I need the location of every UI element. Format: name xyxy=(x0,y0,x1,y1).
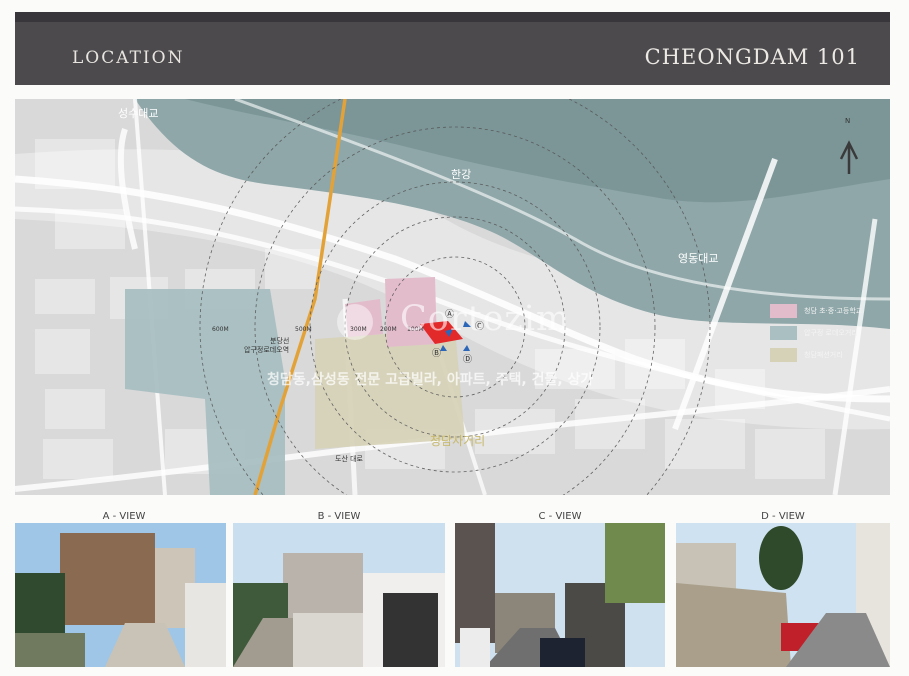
photo-c-graphic xyxy=(455,523,665,667)
legend-label: 청담패션거리 xyxy=(804,351,843,359)
watermark-tagline: 청담동,삼성동 전문 고급빌라, 아파트, 주택, 건물, 상가 xyxy=(267,372,594,388)
radius-label: 500M xyxy=(295,326,312,333)
header-bar: LOCATION CHEONGDAM 101 xyxy=(15,12,890,85)
radius-label: 300M xyxy=(350,326,367,333)
watermark-logo: Cortezim xyxy=(400,299,571,339)
legend-label: 압구정 로데오거리 xyxy=(804,329,858,337)
legend-item-school: 청담 초·중·고등학교 xyxy=(770,304,862,318)
photo-view-b[interactable] xyxy=(233,523,445,667)
location-title: LOCATION xyxy=(72,48,185,68)
view-marker-d[interactable]: Ⓓ xyxy=(463,352,472,365)
radius-label: 600M xyxy=(212,326,229,333)
label-seongsu-bridge: 성수대교 xyxy=(118,107,159,120)
view-marker-b[interactable]: Ⓑ xyxy=(432,346,441,359)
label-han-river: 한강 xyxy=(451,168,472,181)
photo-view-a[interactable] xyxy=(15,523,226,667)
legend-swatch xyxy=(770,326,797,340)
photo-b-graphic xyxy=(233,523,445,667)
view-title-d: D - VIEW xyxy=(761,511,805,522)
view-title-b: B - VIEW xyxy=(317,511,361,522)
legend-item-fashion: 청담패션거리 xyxy=(770,348,843,362)
legend-label: 청담 초·중·고등학교 xyxy=(804,307,863,315)
label-yeongdong-bridge: 영동대교 xyxy=(678,252,719,265)
radius-label: 200M xyxy=(380,326,397,333)
view-title-a: A - VIEW xyxy=(102,511,146,522)
project-title: CHEONGDAM 101 xyxy=(644,45,860,69)
label-cheongdam-intersection: 청담사거리 xyxy=(430,434,486,448)
photo-view-d[interactable] xyxy=(676,523,890,667)
photo-d-graphic xyxy=(676,523,890,667)
label-station-name: 압구정로데오역 xyxy=(244,346,290,354)
legend-item-rodeo: 압구정 로데오거리 xyxy=(770,326,858,340)
location-map[interactable]: 성수대교 한강 영동대교 청담사거리 도산 대로 분당선 압구정로데오역 600… xyxy=(15,99,890,495)
view-title-c: C - VIEW xyxy=(538,511,582,522)
compass-north-icon: N xyxy=(845,117,851,125)
legend-swatch xyxy=(770,304,797,318)
label-dosan-road: 도산 대로 xyxy=(335,455,363,463)
photo-a-graphic xyxy=(15,523,226,667)
photo-view-c[interactable] xyxy=(455,523,665,667)
legend-swatch xyxy=(770,348,797,362)
